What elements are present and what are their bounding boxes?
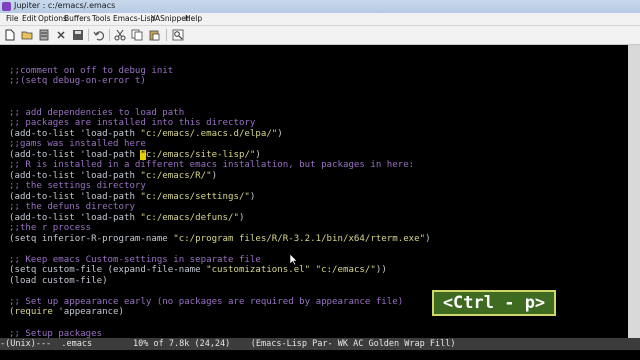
toolbar-separator [88,29,89,41]
menu-buffers[interactable]: Buffers [64,14,91,23]
code-line: (add-to-list 'load-path "c:/emacs/.emacs… [9,129,283,139]
code-line: ;; Set up appearance early (no packages … [9,297,404,307]
code-text: (setq inferior-R-program-name [9,234,174,244]
code-string: "c:/program files/R/R-3.2.1/bin/x64/rter… [173,234,426,244]
code-line: ;;comment on off to debug init [9,66,174,76]
code-text: (add-to-list 'load-path [9,192,141,202]
open-folder-icon[interactable] [21,29,33,41]
keycast-overlay: <Ctrl - p> [432,290,556,316]
code-line: ;; add dependencies to load path [9,108,185,118]
undo-icon[interactable] [93,29,105,41]
paste-icon[interactable] [148,29,160,41]
code-string: "c:/emacs/settings/" [140,192,250,202]
menu-file[interactable]: File [6,14,19,23]
menu-tools[interactable]: Tools [92,14,110,23]
menu-edit[interactable]: Edit [22,14,37,23]
minibuffer[interactable] [0,350,640,360]
code-line: (add-to-list 'load-path "c:/emacs/settin… [9,192,255,202]
window-title: Jupiter : c:/emacs/.emacs [14,1,116,10]
code-line: (setq inferior-R-program-name "c:/progra… [9,234,431,244]
code-line: ;; the settings directory [9,181,146,191]
toolbar-separator [166,29,167,41]
code-line: ;; the defuns directory [9,202,135,212]
code-line: ;; Setup packages [9,329,103,338]
code-text: ) [277,129,283,139]
app-icon [2,2,11,11]
toolbar-separator [109,29,110,41]
code-string: "c:/emacs/R/" [140,171,212,181]
cut-icon[interactable] [114,29,126,41]
code-line: ;; R is installed in a different emacs i… [9,160,415,170]
code-line: ;; packages are installed into this dire… [9,118,256,128]
code-text: (add-to-list 'load-path [9,171,141,181]
menu-help[interactable]: Help [185,14,202,23]
new-file-icon[interactable] [4,29,16,41]
save-icon[interactable] [72,29,84,41]
close-buffer-icon[interactable] [55,29,67,41]
menu-yasnippet[interactable]: YASnippet [151,14,189,23]
menu-bar: File Edit Options Buffers Tools Emacs-Li… [0,13,640,26]
copy-icon[interactable] [131,29,143,41]
code-text: ) [255,150,261,160]
code-line: ;;(setq debug-on-error t) [9,76,146,86]
code-text: 'appearance) [52,307,124,317]
code-line: ;; Keep emacs Custom-settings in separat… [9,255,261,265]
code-text: (add-to-list 'load-path [9,129,141,139]
code-line: (add-to-list 'load-path "c:/emacs/defuns… [9,213,244,223]
code-text: (add-to-list 'load-path [9,213,141,223]
code-text: ) [211,171,218,181]
search-icon[interactable] [172,29,184,41]
code-line: ;;gams was installed here [9,139,146,149]
mode-line: -(Unix)--- .emacs 10% of 7.8k (24,24) (E… [0,338,640,350]
code-text: ) [238,213,245,223]
menu-options[interactable]: Options [38,14,67,23]
menu-emacs-lisp[interactable]: Emacs-Lisp [113,14,155,23]
code-line: (add-to-list 'load-path "c:/emacs/site-l… [9,150,261,160]
code-string: "c:/emacs/defuns/" [140,213,239,223]
dired-icon[interactable] [38,29,50,41]
code-line: (load custom-file) [9,276,108,286]
code-text: (add-to-list 'load-path [9,150,141,160]
code-text: )) [375,265,387,275]
code-string: "c:/emacs/" [315,265,376,275]
code-line: ;;the r process [9,223,92,233]
vertical-scrollbar[interactable] [628,45,640,338]
code-string: c:/emacs/site-lisp/" [145,150,256,160]
code-string: "c:/emacs/.emacs.d/elpa/" [140,129,278,139]
code-keyword: require [14,307,53,317]
code-line: (setq custom-file (expand-file-name "cus… [9,265,387,275]
tool-bar [0,26,640,45]
code-text: (setq custom-file (expand-file-name [9,265,207,275]
code-line: (add-to-list 'load-path "c:/emacs/R/") [9,171,217,181]
code-text: ) [249,192,256,202]
code-text: ) [425,234,431,244]
code-line: (require 'appearance) [9,307,124,317]
mouse-pointer-icon [289,250,298,269]
title-bar: Jupiter : c:/emacs/.emacs [0,0,640,13]
